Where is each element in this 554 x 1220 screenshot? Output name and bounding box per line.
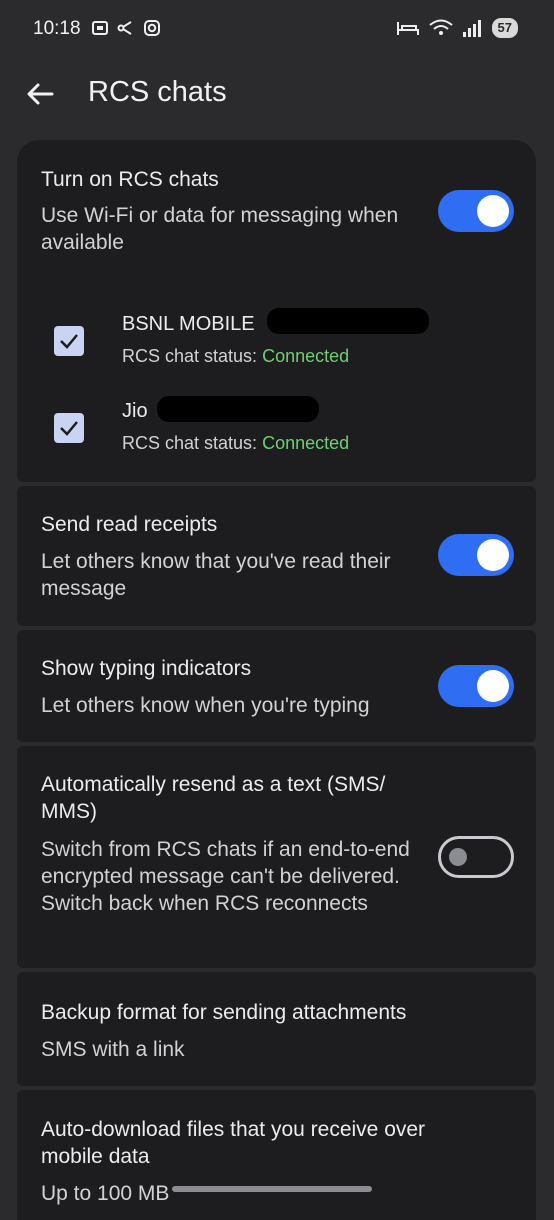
bed-icon: [396, 22, 419, 35]
sim2-status-row: RCS chat status: Connected: [122, 433, 349, 454]
sim2-checkbox[interactable]: [54, 413, 84, 443]
rcs-title: Turn on RCS chats: [41, 168, 219, 191]
auto-download-card[interactable]: Auto-download files that you receive ove…: [17, 1090, 536, 1220]
rcs-subtitle: Use Wi-Fi or data for messaging when ava…: [41, 204, 399, 254]
backup-title: Backup format for sending attachments: [41, 1001, 407, 1024]
typing-title: Show typing indicators: [41, 657, 252, 680]
autodownload-title: Auto-download files that you receive ove…: [41, 1118, 426, 1168]
read-receipts-card[interactable]: Send read receipts Let others know that …: [17, 486, 536, 626]
share-icon: [117, 21, 132, 35]
status-bar: 10:18 57: [0, 0, 554, 60]
backup-format-card[interactable]: Backup format for sending attachments SM…: [17, 972, 536, 1086]
status-time: 10:18: [33, 18, 81, 39]
sim1-status-label: RCS chat status:: [122, 346, 258, 366]
typing-subtitle: Let others know when you're typing: [41, 694, 370, 717]
read-receipts-toggle[interactable]: [438, 534, 514, 576]
sim1-status-value: Connected: [262, 346, 350, 366]
resend-subtitle: Switch from RCS chats if an end-to-end e…: [41, 838, 410, 915]
rcs-toggle-card[interactable]: Turn on RCS chats Use Wi-Fi or data for …: [17, 140, 536, 482]
check-icon: [60, 334, 78, 349]
wifi-icon: [428, 19, 453, 35]
read-receipts-subtitle: Let others know that you've read their m…: [41, 550, 391, 600]
check-icon: [60, 421, 78, 436]
gesture-bar: [172, 1186, 372, 1192]
sim2-status-label: RCS chat status:: [122, 433, 258, 453]
redaction-mark: [267, 308, 429, 334]
read-receipts-title: Send read receipts: [41, 513, 218, 536]
auto-resend-card[interactable]: Automatically resend as a text (SMS/ MMS…: [17, 746, 536, 968]
status-notification-icons: [90, 18, 162, 38]
resend-title: Automatically resend as a text (SMS/ MMS…: [41, 773, 386, 823]
backup-value: SMS with a link: [41, 1038, 185, 1061]
status-system-icons: 57: [396, 18, 518, 38]
page-title: RCS chats: [88, 76, 227, 108]
sim1-checkbox[interactable]: [54, 326, 84, 356]
signal-icon: [462, 20, 481, 37]
typing-indicators-card[interactable]: Show typing indicators Let others know w…: [17, 630, 536, 742]
sim1-status-row: RCS chat status: Connected: [122, 346, 349, 367]
app-bar: RCS chats: [0, 60, 554, 130]
redaction-mark: [157, 396, 319, 422]
sim1-name: BSNL MOBILE: [122, 313, 255, 335]
battery-level: 57: [491, 18, 518, 38]
typing-toggle[interactable]: [438, 665, 514, 707]
rcs-toggle[interactable]: [438, 190, 514, 232]
resend-toggle[interactable]: [438, 836, 514, 878]
sim2-status-value: Connected: [262, 433, 350, 453]
sim2-name: Jio: [122, 400, 148, 422]
instagram-icon: [144, 20, 160, 36]
back-arrow-icon[interactable]: [24, 78, 56, 110]
screenshot-icon: [92, 21, 108, 35]
autodownload-value: Up to 100 MB: [41, 1182, 170, 1205]
